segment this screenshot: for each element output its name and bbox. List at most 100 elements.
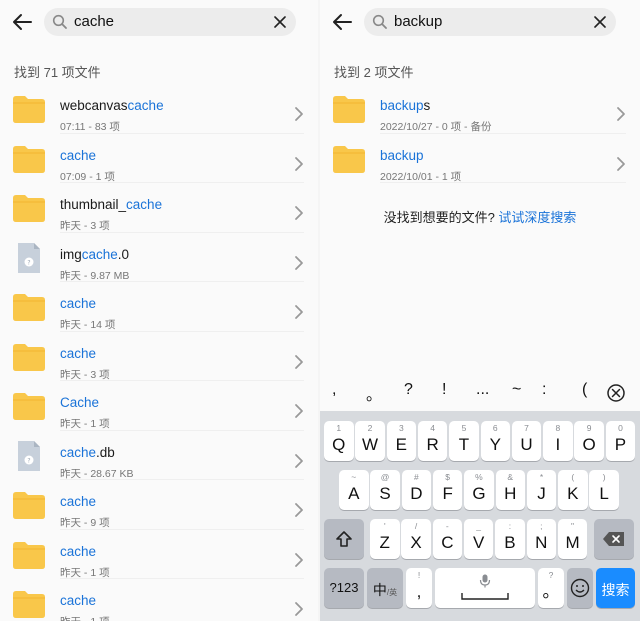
key-g[interactable]: % G bbox=[464, 470, 494, 510]
key-a[interactable]: ~ A bbox=[339, 470, 369, 510]
list-item[interactable]: cache 昨天 - 3 项 bbox=[0, 332, 318, 381]
key-b[interactable]: :B bbox=[495, 519, 525, 559]
list-item[interactable]: cache 昨天 - 9 项 bbox=[0, 480, 318, 530]
search-key[interactable]: 搜索 bbox=[596, 568, 635, 608]
shift-key[interactable] bbox=[324, 519, 364, 559]
candidate-symbol[interactable]: ! bbox=[442, 381, 446, 399]
key-letter: K bbox=[567, 484, 579, 503]
backspace-key[interactable] bbox=[594, 519, 634, 559]
key-y[interactable]: 6Y bbox=[480, 421, 510, 461]
key-w[interactable]: 2W bbox=[355, 421, 385, 461]
key-alt-char: 7 bbox=[524, 423, 529, 433]
search-input[interactable]: cache bbox=[44, 8, 296, 36]
file-name: cache bbox=[60, 544, 96, 559]
key-alt-char: 4 bbox=[430, 423, 435, 433]
key-letter: D bbox=[410, 484, 423, 503]
search-input[interactable]: backup bbox=[364, 8, 616, 36]
period-key[interactable]: ?。 bbox=[538, 568, 564, 608]
name-match: cache bbox=[81, 246, 118, 262]
file-name: backup bbox=[380, 148, 424, 163]
language-key[interactable]: 中/英 bbox=[367, 568, 403, 608]
key-j[interactable]: * J bbox=[526, 470, 557, 510]
search-bar-area: cache bbox=[0, 0, 318, 44]
key-n[interactable]: ; N bbox=[526, 519, 556, 559]
file-name: cache bbox=[60, 148, 96, 163]
candidate-symbol[interactable]: ( bbox=[582, 381, 587, 399]
name-match: backup bbox=[380, 98, 424, 113]
close-circle-icon[interactable] bbox=[606, 383, 626, 403]
result-count: 找到 71 项文件 bbox=[14, 65, 101, 80]
key-m[interactable]: " M bbox=[557, 519, 588, 559]
candidate-symbol[interactable]: 。 bbox=[366, 381, 382, 405]
list-item[interactable]: cache昨天 - 1 项 bbox=[0, 530, 318, 579]
key-z[interactable]: ' Z bbox=[370, 519, 400, 559]
clear-icon[interactable] bbox=[270, 12, 290, 32]
comma-key[interactable]: !, bbox=[406, 568, 432, 608]
comma-key-alt: ! bbox=[417, 570, 421, 580]
candidate-symbol[interactable]: , bbox=[332, 381, 336, 399]
key-alt-char: / bbox=[414, 521, 418, 531]
folder-icon bbox=[12, 193, 46, 223]
list-item[interactable]: cache 昨天 - 14 项 bbox=[0, 282, 318, 332]
back-arrow-icon[interactable] bbox=[8, 8, 36, 36]
hint-text: 没找到想要的文件? bbox=[383, 210, 499, 225]
key-x[interactable]: / X bbox=[401, 519, 431, 559]
key-alt-char: ; bbox=[540, 521, 543, 531]
list-item[interactable]: ? cache.db 昨天 - 28.67 KB bbox=[0, 431, 318, 480]
chevron-right-icon bbox=[294, 354, 304, 370]
file-meta: 昨天 - 1 项 bbox=[60, 614, 110, 621]
folder-icon bbox=[12, 540, 46, 570]
folder-icon bbox=[332, 94, 366, 124]
deep-search-hint: 没找到想要的文件? 试试深度搜索 bbox=[320, 207, 640, 226]
name-match: cache bbox=[126, 197, 163, 212]
list-item[interactable]: backups 2022/10/27 - 0 项 - 备份 bbox=[320, 84, 640, 134]
file-name: backups bbox=[380, 98, 430, 113]
list-item[interactable]: ? imgcache.0 昨天 - 9.87 MB bbox=[0, 233, 318, 282]
candidate-symbol[interactable]: ? bbox=[404, 381, 413, 399]
candidate-symbol[interactable]: : bbox=[542, 381, 546, 399]
list-item[interactable]: Cache 昨天 - 1 项 bbox=[0, 381, 318, 431]
file-name: imgcache.0 bbox=[60, 247, 129, 262]
result-count: 找到 2 项文件 bbox=[334, 65, 414, 80]
key-h[interactable]: & H bbox=[495, 470, 525, 510]
key-alt-char: 3 bbox=[398, 423, 404, 433]
key-letter: X bbox=[410, 533, 422, 552]
key-f[interactable]: $ F bbox=[432, 470, 463, 510]
back-arrow-icon[interactable] bbox=[328, 8, 356, 36]
key-k[interactable]: (K bbox=[558, 470, 588, 510]
key-d[interactable]: # D bbox=[401, 470, 432, 510]
key-l[interactable]: ) L bbox=[589, 470, 619, 510]
key-c[interactable]: -C bbox=[432, 519, 463, 559]
key-r[interactable]: 4R bbox=[417, 421, 448, 461]
key-alt-char: & bbox=[507, 472, 514, 482]
list-item[interactable]: webcanvascache 07:11 - 83 项 bbox=[0, 84, 318, 134]
space-key[interactable] bbox=[435, 568, 535, 608]
key-v[interactable]: _ V bbox=[463, 519, 494, 559]
key-i[interactable]: 8I bbox=[543, 421, 573, 461]
key-q[interactable]: 1Q bbox=[324, 421, 354, 461]
row-divider bbox=[380, 182, 626, 183]
candidate-symbol[interactable]: ~ bbox=[512, 381, 521, 399]
search-key-label: 搜索 bbox=[601, 582, 630, 598]
candidate-symbol[interactable]: ... bbox=[476, 381, 489, 399]
folder-icon bbox=[12, 292, 46, 322]
emoji-key[interactable] bbox=[567, 568, 593, 608]
list-item[interactable]: thumbnail_cache 昨天 - 3 项 bbox=[0, 183, 318, 233]
list-item[interactable]: cache 07:09 - 1 项 bbox=[0, 134, 318, 183]
key-t[interactable]: 5T bbox=[449, 421, 479, 461]
key-e[interactable]: 3E bbox=[386, 421, 417, 461]
key-o[interactable]: 9O bbox=[574, 421, 604, 461]
key-u[interactable]: 7U bbox=[511, 421, 542, 461]
list-item[interactable]: backup 2022/10/01 - 1 项 bbox=[320, 134, 640, 183]
chevron-right-icon bbox=[294, 502, 304, 518]
numbers-key[interactable]: ?123 bbox=[324, 568, 364, 608]
chevron-right-icon bbox=[294, 453, 304, 469]
clear-icon[interactable] bbox=[590, 12, 610, 32]
key-s[interactable]: @ S bbox=[370, 470, 400, 510]
key-p[interactable]: 0P bbox=[605, 421, 636, 461]
list-item[interactable]: cache昨天 - 1 项 bbox=[0, 579, 318, 621]
chevron-right-icon bbox=[294, 552, 304, 568]
key-letter: J bbox=[537, 484, 546, 503]
deep-search-link[interactable]: 试试深度搜索 bbox=[498, 210, 576, 225]
language-label: 中/英 bbox=[367, 580, 403, 600]
